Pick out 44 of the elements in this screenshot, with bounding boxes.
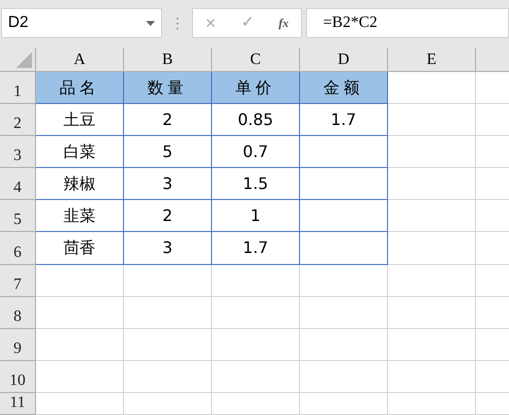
table-cell: 2 <box>124 200 212 232</box>
table-cell: 2 <box>124 104 212 136</box>
column-header[interactable] <box>476 48 509 72</box>
table-cell: 金额 <box>300 72 388 104</box>
table-cell: 数量 <box>124 72 212 104</box>
table-cell: 3 <box>124 168 212 200</box>
row-header[interactable]: 1 <box>0 72 36 104</box>
formula-field[interactable]: =B2*C2 <box>306 8 509 38</box>
table-cell: 0.7 <box>212 136 300 168</box>
row-header[interactable]: 2 <box>0 104 36 136</box>
insert-function-button[interactable]: fx <box>278 17 289 29</box>
row-header[interactable]: 8 <box>0 297 36 329</box>
table-cell: 0.85 <box>212 104 300 136</box>
row-header[interactable]: 3 <box>0 136 36 168</box>
row-header[interactable]: 7 <box>0 265 36 297</box>
table-cell: 3 <box>124 232 212 265</box>
name-box[interactable]: D2 <box>1 8 162 38</box>
table-cell: 辣椒 <box>36 168 124 200</box>
table-cell: 单价 <box>212 72 300 104</box>
select-all-corner[interactable] <box>0 48 36 72</box>
table-cell: 1.7 <box>300 104 388 136</box>
table-cell: 白菜 <box>36 136 124 168</box>
row-header[interactable]: 11 <box>0 393 36 415</box>
table-cell: 1 <box>212 200 300 232</box>
corner-triangle-icon <box>16 52 32 68</box>
dropdown-caret-icon <box>146 20 155 26</box>
table-cell: 1.5 <box>212 168 300 200</box>
row-header[interactable]: 6 <box>0 232 36 265</box>
column-header[interactable]: A <box>36 48 124 72</box>
row-header[interactable]: 4 <box>0 168 36 200</box>
column-header[interactable]: B <box>124 48 212 72</box>
table-cell: 茴香 <box>36 232 124 265</box>
grip-dots-icon <box>176 16 179 30</box>
table-cell: 韭菜 <box>36 200 124 232</box>
table-cell: 1.7 <box>212 232 300 265</box>
row-header[interactable]: 10 <box>0 361 36 393</box>
table-cell: 土豆 <box>36 104 124 136</box>
table-cell: 5 <box>124 136 212 168</box>
row-header[interactable]: 9 <box>0 329 36 361</box>
column-header[interactable]: C <box>212 48 300 72</box>
row-header[interactable]: 5 <box>0 200 36 232</box>
column-header[interactable]: E <box>388 48 476 72</box>
column-header[interactable]: D <box>300 48 388 72</box>
table-cell: 品名 <box>36 72 124 104</box>
